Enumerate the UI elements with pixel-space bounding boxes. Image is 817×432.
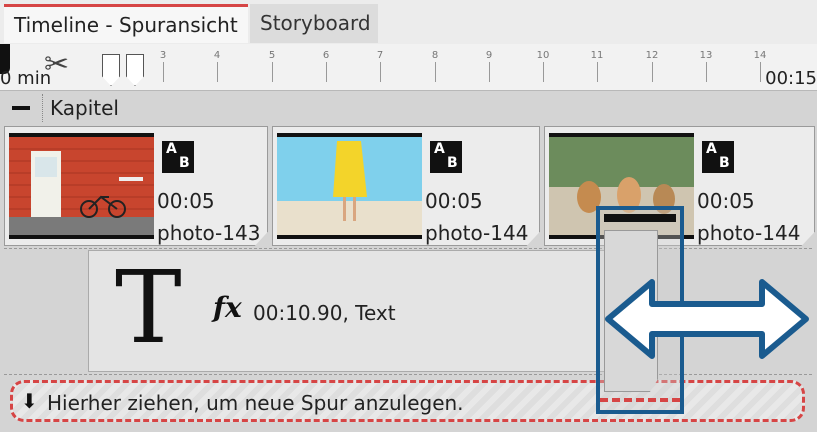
track-divider bbox=[4, 374, 812, 375]
clip-name: photo-144 bbox=[697, 221, 801, 245]
time-start: 0 min bbox=[0, 68, 52, 89]
clip-duration: 00:05 bbox=[157, 189, 215, 213]
image-clip[interactable]: AB 00:05 photo-144 bbox=[272, 126, 540, 246]
drop-zone-edge bbox=[600, 398, 680, 402]
chapter-header[interactable]: Kapitel bbox=[4, 90, 817, 128]
text-clip-glyph: T bbox=[115, 249, 182, 366]
divider bbox=[42, 94, 43, 122]
new-track-drop-zone[interactable]: ⬇ Hierher ziehen, um neue Spur anzulegen… bbox=[10, 380, 805, 422]
ruler-tick-label: 10 bbox=[536, 50, 550, 61]
marker-icon[interactable] bbox=[102, 54, 120, 86]
ruler-tick bbox=[326, 62, 327, 82]
clip-duration: 00:05 bbox=[697, 189, 755, 213]
ruler-tick bbox=[217, 62, 218, 82]
thumbnail-image bbox=[9, 137, 154, 235]
chapter-title: Kapitel bbox=[50, 96, 119, 120]
ruler-tick-label: 13 bbox=[699, 50, 713, 61]
ruler-tick-label: 3 bbox=[159, 50, 167, 61]
clip-name: photo-144 bbox=[425, 221, 529, 245]
ruler-tick-label: 8 bbox=[431, 50, 439, 61]
ruler-tick bbox=[163, 62, 164, 82]
ruler-tick-label: 7 bbox=[376, 50, 384, 61]
tab-storyboard[interactable]: Storyboard bbox=[250, 4, 378, 43]
ruler-tick-label: 6 bbox=[322, 50, 330, 61]
drop-zone-label: Hierher ziehen, um neue Spur anzulegen. bbox=[47, 391, 464, 415]
ruler-tick-label: 5 bbox=[268, 50, 276, 61]
marker-icon[interactable] bbox=[126, 54, 144, 86]
ruler-tick-label: 11 bbox=[590, 50, 604, 61]
ruler-tick-label: 9 bbox=[485, 50, 493, 61]
ruler-tick bbox=[272, 62, 273, 82]
text-clip-info: 00:10.90, Text bbox=[253, 301, 396, 325]
ruler-tick bbox=[380, 62, 381, 82]
tab-bar: Timeline - Spuransicht Storyboard bbox=[0, 0, 817, 45]
timeline-ruler[interactable]: ✂ 3 4 5 6 7 8 9 10 11 12 13 14 0 min 00:15 bbox=[0, 44, 817, 91]
ruler-tick bbox=[489, 62, 490, 82]
ruler-tick-label: 4 bbox=[213, 50, 221, 61]
arrow-down-icon: ⬇ bbox=[21, 389, 38, 413]
text-clip[interactable]: T fx 00:10.90, Text bbox=[88, 250, 656, 372]
ruler-tick bbox=[652, 62, 653, 82]
ruler-tick-label: 12 bbox=[645, 50, 659, 61]
clip-name: photo-143 bbox=[157, 221, 261, 245]
image-clip[interactable]: AB 00:05 photo-143 bbox=[4, 126, 268, 246]
clip-duration: 00:05 bbox=[425, 189, 483, 213]
thumbnail-image bbox=[277, 137, 422, 235]
time-end: 00:15 bbox=[765, 68, 817, 89]
thumbnail bbox=[9, 133, 154, 239]
ruler-tick bbox=[706, 62, 707, 82]
track-divider bbox=[4, 248, 812, 249]
tab-timeline[interactable]: Timeline - Spuransicht bbox=[4, 4, 248, 43]
ruler-tick bbox=[597, 62, 598, 82]
resize-arrow-icon bbox=[605, 279, 809, 359]
transition-ab-icon[interactable]: AB bbox=[162, 141, 194, 173]
clip-end-bar bbox=[604, 214, 676, 222]
transition-ab-icon[interactable]: AB bbox=[430, 141, 462, 173]
collapse-icon[interactable] bbox=[12, 106, 30, 110]
ruler-tick-label: 14 bbox=[753, 50, 767, 61]
ruler-tick bbox=[435, 62, 436, 82]
ruler-tick bbox=[760, 62, 761, 82]
transition-ab-icon[interactable]: AB bbox=[702, 141, 734, 173]
ruler-tick bbox=[543, 62, 544, 82]
thumbnail bbox=[277, 133, 422, 239]
text-effect-icon[interactable]: fx bbox=[213, 291, 242, 324]
